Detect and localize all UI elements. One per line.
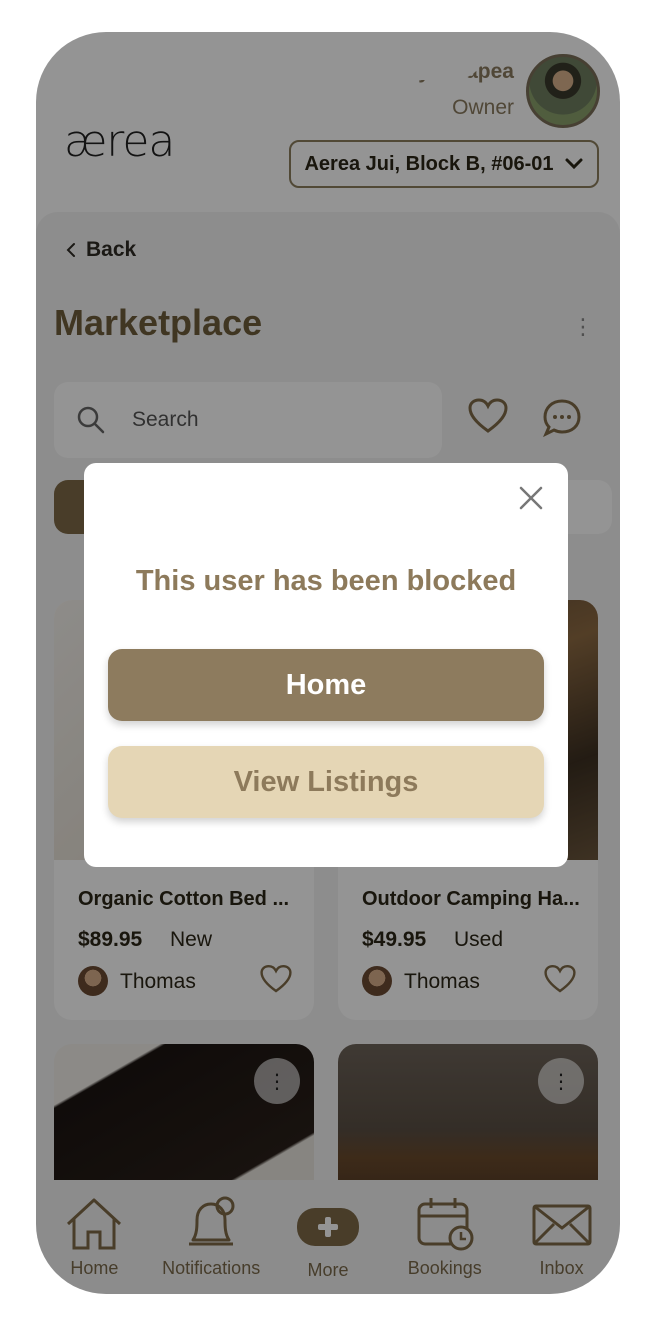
close-icon[interactable] xyxy=(518,485,544,511)
dialog-message: This user has been blocked xyxy=(135,565,517,597)
blocked-user-dialog: This user has been blocked Home View Lis… xyxy=(84,463,568,867)
view-listings-button[interactable]: View Listings xyxy=(108,746,544,818)
home-button[interactable]: Home xyxy=(108,649,544,721)
